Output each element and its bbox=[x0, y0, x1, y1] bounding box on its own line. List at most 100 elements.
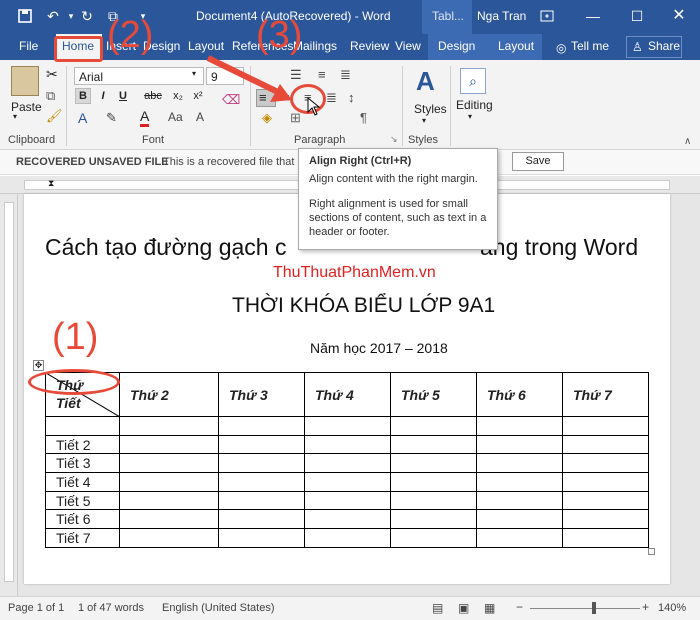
table-cell[interactable] bbox=[119, 472, 219, 492]
tell-me-search[interactable]: Tell me bbox=[571, 39, 609, 53]
column-header[interactable]: Thứ 5 bbox=[390, 372, 477, 417]
page-count[interactable]: Page 1 of 1 bbox=[8, 602, 64, 614]
minimize-icon[interactable]: — bbox=[586, 9, 600, 23]
cut-icon[interactable]: ✂ bbox=[46, 66, 58, 83]
underline-button[interactable]: U bbox=[115, 88, 131, 104]
table-cell[interactable] bbox=[304, 509, 391, 530]
table-cell[interactable] bbox=[218, 453, 305, 474]
zoom-out-icon[interactable]: − bbox=[516, 600, 523, 614]
justify-icon[interactable]: ≣ bbox=[326, 90, 337, 106]
table-cell[interactable] bbox=[476, 434, 563, 455]
save-icon[interactable] bbox=[18, 9, 32, 23]
table-cell[interactable] bbox=[562, 490, 649, 511]
table-cell[interactable] bbox=[119, 453, 219, 474]
table-cell[interactable] bbox=[304, 528, 391, 548]
paragraph-launcher-icon[interactable]: ↘ bbox=[390, 134, 398, 145]
copy-format-icon[interactable]: ⧉ bbox=[46, 88, 55, 104]
table-cell[interactable] bbox=[562, 434, 649, 455]
row-label[interactable]: Tiết 5 bbox=[45, 490, 120, 511]
table-cell[interactable] bbox=[562, 528, 649, 548]
show-marks-icon[interactable]: ¶ bbox=[360, 110, 367, 125]
word-count[interactable]: 1 of 47 words bbox=[78, 602, 144, 614]
web-layout-icon[interactable]: ▦ bbox=[484, 601, 495, 615]
styles-icon[interactable]: A bbox=[416, 66, 435, 97]
zoom-slider-thumb[interactable] bbox=[592, 602, 596, 614]
read-mode-icon[interactable]: ▤ bbox=[432, 601, 443, 615]
paste-dropdown-icon[interactable]: ▾ bbox=[13, 112, 17, 121]
table-cell[interactable] bbox=[218, 472, 305, 492]
timetable[interactable]: Thứ Tiết Thứ 2 Thứ 3 Thứ 4 Thứ 5 Thứ 6 T… bbox=[45, 372, 649, 548]
tab-table-design[interactable]: Design bbox=[438, 39, 475, 53]
table-cell[interactable] bbox=[476, 416, 563, 436]
vertical-ruler[interactable] bbox=[0, 194, 18, 596]
table-cell[interactable] bbox=[218, 434, 305, 455]
bold-button[interactable]: B bbox=[75, 88, 91, 104]
ribbon-display-icon[interactable] bbox=[540, 9, 554, 23]
shrink-font-icon[interactable]: A bbox=[196, 110, 204, 124]
close-icon[interactable]: ✕ bbox=[672, 8, 686, 24]
zoom-in-icon[interactable]: + bbox=[642, 600, 649, 614]
table-cell[interactable] bbox=[562, 416, 649, 436]
row-label[interactable]: Tiết 4 bbox=[45, 472, 120, 492]
font-name-dropdown-icon[interactable]: ▾ bbox=[192, 69, 196, 78]
column-header[interactable]: Thứ 2 bbox=[119, 372, 219, 417]
table-cell[interactable] bbox=[218, 416, 305, 436]
save-recovered-button[interactable]: Save bbox=[512, 152, 564, 171]
row-label[interactable]: Tiết 7 bbox=[45, 528, 120, 548]
numbering-icon[interactable]: ≡ bbox=[318, 67, 326, 82]
table-cell[interactable] bbox=[476, 509, 563, 530]
language[interactable]: English (United States) bbox=[162, 602, 275, 614]
table-cell[interactable] bbox=[390, 528, 477, 548]
undo-dropdown-icon[interactable]: ▾ bbox=[64, 9, 78, 23]
row-label[interactable]: Tiết 6 bbox=[45, 509, 120, 530]
zoom-level[interactable]: 140% bbox=[658, 602, 686, 614]
table-cell[interactable] bbox=[390, 453, 477, 474]
column-header[interactable]: Thứ 6 bbox=[476, 372, 563, 417]
table-cell[interactable] bbox=[476, 528, 563, 548]
tab-file[interactable]: File bbox=[19, 39, 38, 53]
table-cell[interactable] bbox=[218, 528, 305, 548]
find-icon[interactable]: ⌕ bbox=[460, 68, 486, 94]
indent-marker-icon[interactable]: ⧗ bbox=[48, 178, 54, 189]
table-cell[interactable] bbox=[119, 490, 219, 511]
table-cell[interactable] bbox=[390, 472, 477, 492]
table-cell[interactable] bbox=[119, 509, 219, 530]
font-name-box[interactable]: Arial bbox=[74, 67, 204, 85]
table-cell[interactable] bbox=[304, 490, 391, 511]
tab-table-layout[interactable]: Layout bbox=[498, 39, 534, 53]
table-cell[interactable] bbox=[562, 472, 649, 492]
table-cell[interactable] bbox=[390, 509, 477, 530]
styles-label[interactable]: Styles bbox=[414, 102, 447, 116]
table-cell[interactable] bbox=[304, 453, 391, 474]
table-cell[interactable] bbox=[562, 509, 649, 530]
table-cell[interactable] bbox=[476, 453, 563, 474]
table-cell[interactable] bbox=[476, 472, 563, 492]
table-cell[interactable] bbox=[119, 434, 219, 455]
multilevel-list-icon[interactable]: ≣ bbox=[340, 67, 351, 83]
table-cell[interactable] bbox=[562, 453, 649, 474]
table-cell[interactable] bbox=[218, 509, 305, 530]
collapse-ribbon-icon[interactable]: ∧ bbox=[684, 136, 691, 147]
redo-icon[interactable]: ↻ bbox=[80, 9, 94, 23]
table-cell[interactable] bbox=[390, 416, 477, 436]
table-cell[interactable] bbox=[119, 416, 219, 436]
maximize-icon[interactable]: ☐ bbox=[630, 9, 644, 23]
tab-view[interactable]: View bbox=[395, 39, 421, 53]
editing-dropdown-icon[interactable]: ▾ bbox=[468, 112, 472, 121]
table-move-handle-icon[interactable]: ✥ bbox=[33, 360, 44, 371]
subscript-button[interactable]: x₂ bbox=[170, 88, 186, 104]
table-cell[interactable] bbox=[476, 490, 563, 511]
undo-icon[interactable]: ↶ bbox=[46, 9, 60, 23]
table-cell[interactable] bbox=[119, 528, 219, 548]
column-header[interactable]: Thứ 7 bbox=[562, 372, 649, 417]
shading-icon[interactable]: ◈ bbox=[262, 110, 272, 126]
table-cell[interactable] bbox=[390, 434, 477, 455]
print-layout-icon[interactable]: ▣ bbox=[458, 601, 469, 615]
styles-dropdown-icon[interactable]: ▾ bbox=[422, 116, 426, 125]
strikethrough-button[interactable]: abc bbox=[144, 88, 162, 104]
grow-font-icon[interactable]: Aa bbox=[168, 110, 183, 124]
row-label[interactable]: Tiết 3 bbox=[45, 453, 120, 474]
font-color-icon[interactable]: A bbox=[140, 108, 150, 127]
row-label[interactable]: Tiết 2 bbox=[45, 434, 120, 455]
user-name[interactable]: Nga Tran bbox=[477, 9, 526, 23]
